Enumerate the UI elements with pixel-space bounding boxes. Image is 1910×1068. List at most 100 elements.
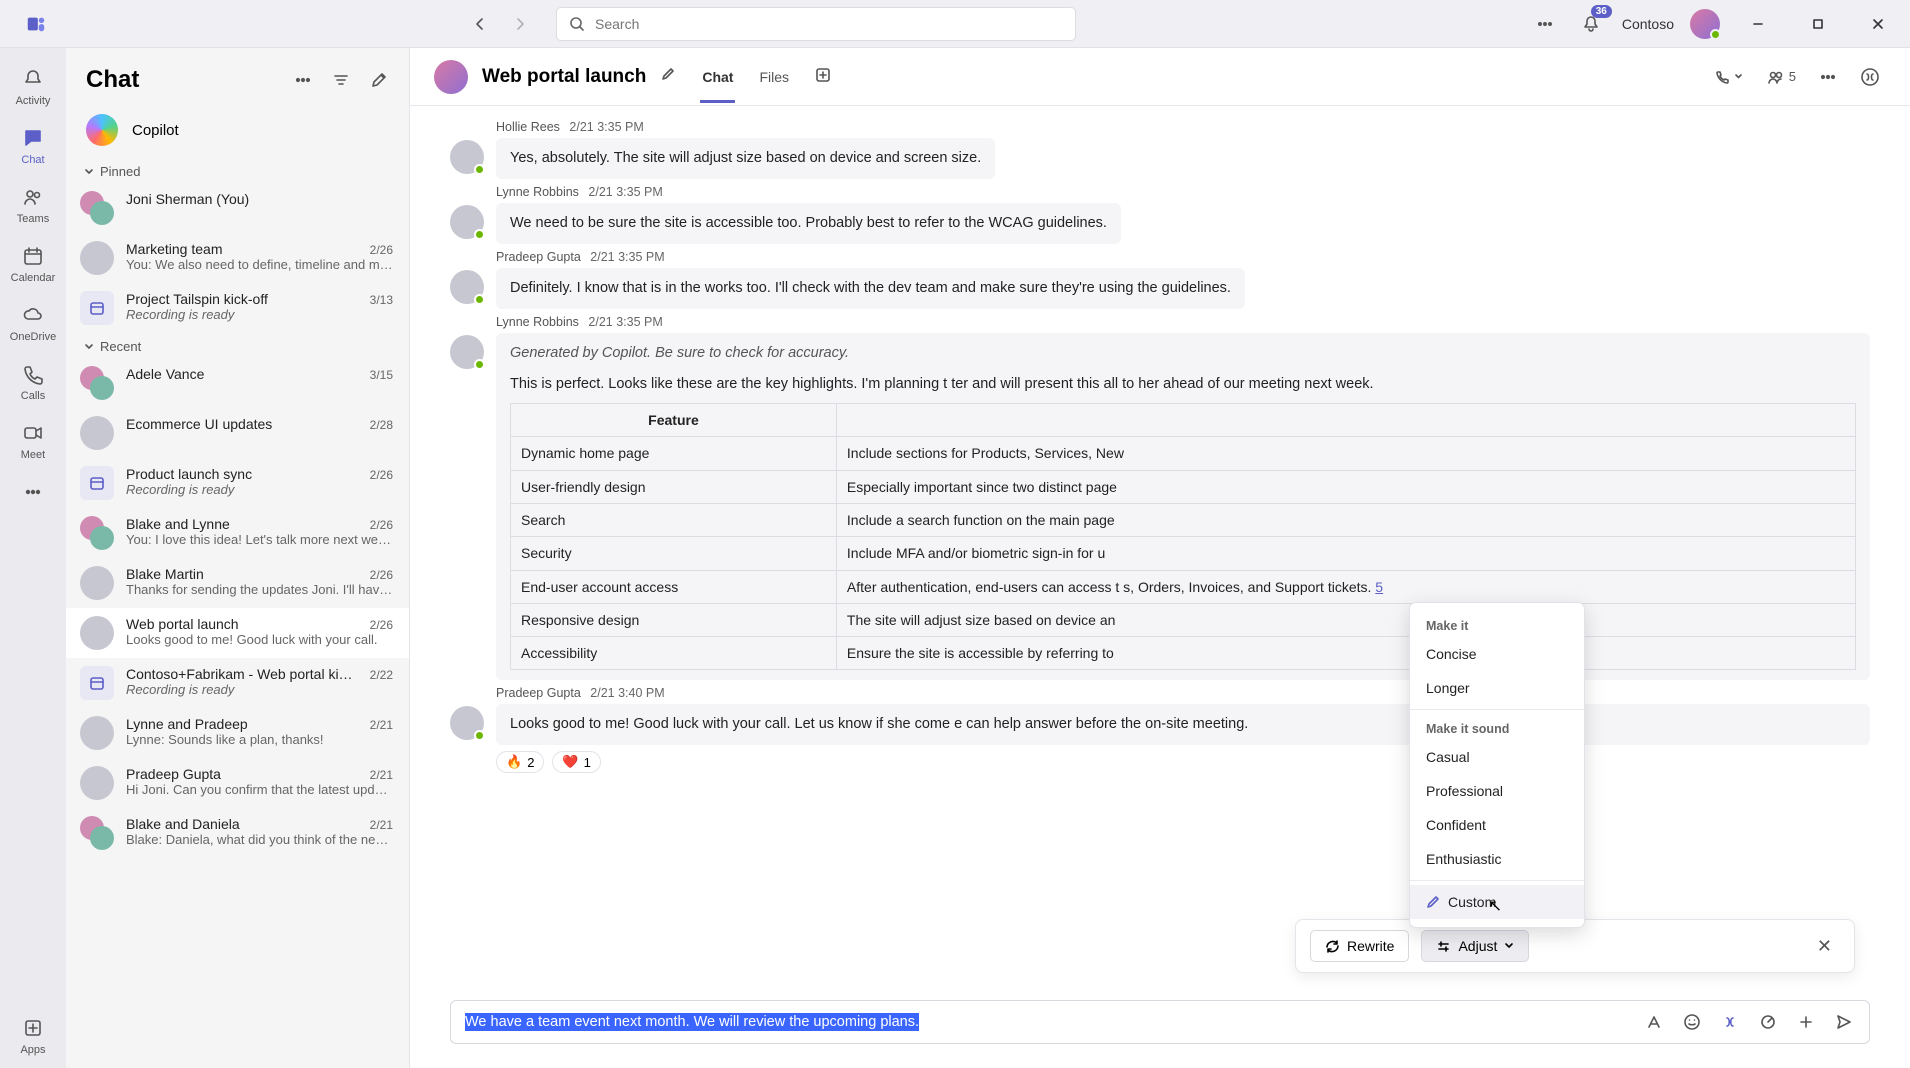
avatar: [80, 366, 114, 400]
org-name: Contoso: [1622, 16, 1674, 32]
adjust-option-longer[interactable]: Longer: [1410, 671, 1584, 705]
avatar: [80, 416, 114, 450]
rail-teams[interactable]: Teams: [0, 176, 66, 233]
rail-apps[interactable]: Apps: [0, 1007, 66, 1068]
adjust-option-enthusiastic[interactable]: Enthusiastic: [1410, 842, 1584, 876]
chat-item-date: 2/26: [370, 618, 393, 632]
compose-add-button[interactable]: [1795, 1011, 1817, 1033]
avatar: [450, 140, 484, 174]
adjust-button[interactable]: Adjust: [1421, 930, 1529, 962]
chat-item-preview: Lynne: Sounds like a plan, thanks!: [126, 732, 393, 747]
rail-chat[interactable]: Chat: [0, 117, 66, 174]
adjust-option-confident[interactable]: Confident: [1410, 808, 1584, 842]
compose-area: We have a team event next month. We will…: [410, 990, 1910, 1068]
nav-back-button[interactable]: [462, 6, 498, 42]
conversation-more-button[interactable]: [1814, 65, 1842, 89]
message: Pradeep Gupta 2/21 3:35 PMDefinitely. I …: [450, 250, 1870, 309]
chat-list-item[interactable]: Ecommerce UI updates2/28: [66, 408, 409, 458]
message-bubble: Generated by Copilot. Be sure to check f…: [496, 333, 1870, 680]
new-chat-button[interactable]: [365, 66, 393, 94]
title-bar: 36 Contoso: [0, 0, 1910, 48]
avatar: [80, 516, 114, 550]
avatar: [80, 241, 114, 275]
adjust-menu-header-length: Make it: [1410, 611, 1584, 637]
reaction-fire[interactable]: 🔥 2: [496, 751, 544, 773]
chat-item-title: Adele Vance: [126, 366, 204, 382]
emoji-button[interactable]: [1681, 1011, 1703, 1033]
avatar: [450, 205, 484, 239]
rail-onedrive[interactable]: OneDrive: [0, 294, 66, 351]
more-options-button[interactable]: [1530, 9, 1560, 39]
window-close-button[interactable]: [1856, 9, 1900, 39]
tab-files[interactable]: Files: [757, 51, 791, 103]
phone-icon: [20, 361, 46, 387]
chat-list-item[interactable]: Blake and Lynne2/26You: I love this idea…: [66, 508, 409, 558]
adjust-option-custom[interactable]: Custom: [1410, 885, 1584, 919]
chat-list-item[interactable]: Pradeep Gupta2/21Hi Joni. Can you confir…: [66, 758, 409, 808]
global-search[interactable]: [556, 7, 1076, 41]
rail-calls[interactable]: Calls: [0, 353, 66, 410]
adjust-option-concise[interactable]: Concise: [1410, 637, 1584, 671]
send-button[interactable]: [1833, 1011, 1855, 1033]
chat-list-item[interactable]: Project Tailspin kick-off3/13Recording i…: [66, 283, 409, 333]
table-link[interactable]: 5: [1375, 579, 1383, 595]
chat-list-item[interactable]: Adele Vance 3/15: [66, 358, 409, 408]
rail-more[interactable]: [0, 471, 66, 513]
refresh-icon: [1325, 939, 1340, 954]
compose-box[interactable]: We have a team event next month. We will…: [450, 1000, 1870, 1044]
loop-button[interactable]: [1757, 1011, 1779, 1033]
copilot-compose-button[interactable]: [1719, 1011, 1741, 1033]
window-maximize-button[interactable]: [1796, 9, 1840, 39]
chat-list-item[interactable]: Blake Martin2/26Thanks for sending the u…: [66, 558, 409, 608]
section-recent[interactable]: Recent: [66, 333, 409, 358]
chat-list-item[interactable]: Product launch sync2/26Recording is read…: [66, 458, 409, 508]
reaction-heart[interactable]: ❤️ 1: [552, 751, 600, 773]
pencil-icon: [1426, 895, 1440, 909]
nav-forward-button[interactable]: [502, 6, 538, 42]
search-input[interactable]: [595, 16, 1063, 32]
notifications-button[interactable]: 36: [1576, 9, 1606, 39]
chat-item-date: 2/21: [370, 718, 393, 732]
table-row: User-friendly designEspecially important…: [511, 470, 1856, 503]
user-avatar[interactable]: [1690, 9, 1720, 39]
message-meta: Lynne Robbins 2/21 3:35 PM: [496, 185, 1870, 199]
chat-list-item[interactable]: Joni Sherman (You): [66, 183, 409, 233]
avatar: [80, 566, 114, 600]
sliders-icon: [1436, 939, 1451, 954]
add-tab-button[interactable]: [813, 49, 833, 104]
chat-list-item[interactable]: Contoso+Fabrikam - Web portal ki…2/22Rec…: [66, 658, 409, 708]
chat-item-title: Lynne and Pradeep: [126, 716, 248, 732]
window-minimize-button[interactable]: [1736, 9, 1780, 39]
chat-list-item[interactable]: Marketing team2/26You: We also need to d…: [66, 233, 409, 283]
section-pinned[interactable]: Pinned: [66, 158, 409, 183]
rail-activity[interactable]: Activity: [0, 58, 66, 115]
participants-button[interactable]: 5: [1761, 64, 1802, 90]
rewrite-button[interactable]: Rewrite: [1310, 930, 1409, 962]
copilot-bar-close-button[interactable]: ✕: [1809, 932, 1840, 961]
rail-calendar[interactable]: Calendar: [0, 235, 66, 292]
chat-icon: [20, 125, 46, 151]
chat-list-item[interactable]: Web portal launch2/26Looks good to me! G…: [66, 608, 409, 658]
chat-list-item[interactable]: Blake and Daniela2/21Blake: Daniela, wha…: [66, 808, 409, 858]
apps-icon: [20, 1015, 46, 1041]
chat-list-more-button[interactable]: [289, 66, 317, 94]
compose-text[interactable]: We have a team event next month. We will…: [465, 1014, 1633, 1030]
chat-item-preview: Recording is ready: [126, 482, 393, 497]
tab-chat[interactable]: Chat: [700, 51, 735, 103]
adjust-option-professional[interactable]: Professional: [1410, 774, 1584, 808]
avatar: [450, 270, 484, 304]
chat-list-filter-button[interactable]: [327, 66, 355, 94]
copilot-chat-entry[interactable]: Copilot: [66, 102, 409, 158]
format-button[interactable]: [1643, 1011, 1665, 1033]
copilot-pane-button[interactable]: [1854, 63, 1886, 91]
rail-meet[interactable]: Meet: [0, 412, 66, 469]
call-button[interactable]: [1708, 65, 1749, 89]
rename-chat-button[interactable]: [660, 66, 676, 87]
message-bubble: We need to be sure the site is accessibl…: [496, 203, 1121, 244]
adjust-option-casual[interactable]: Casual: [1410, 740, 1584, 774]
chat-item-date: 3/15: [370, 368, 393, 382]
chat-list-item[interactable]: Lynne and Pradeep 2/21Lynne: Sounds like …: [66, 708, 409, 758]
chat-item-date: 2/26: [370, 518, 393, 532]
chat-item-title: Ecommerce UI updates: [126, 416, 272, 432]
message: Lynne Robbins 2/21 3:35 PMGenerated by C…: [450, 315, 1870, 680]
